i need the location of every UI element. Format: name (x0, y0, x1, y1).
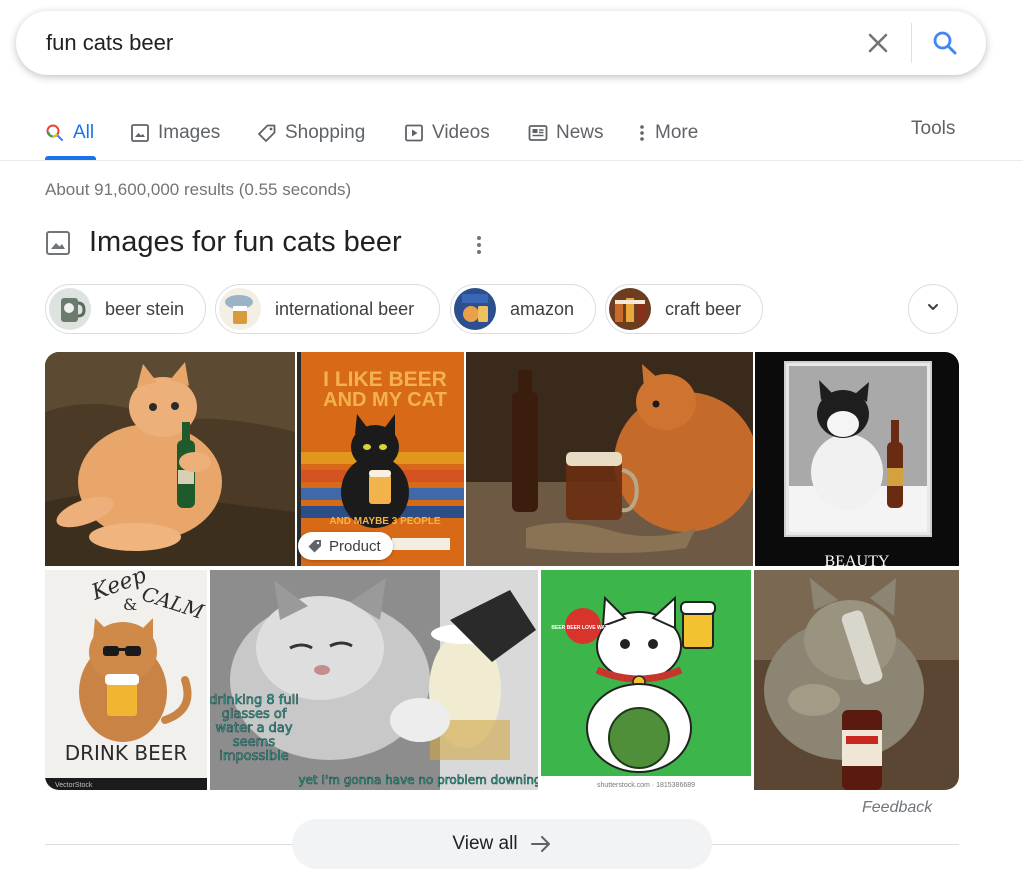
feedback-link[interactable]: Feedback (862, 799, 932, 817)
meme-line: drinking 8 full (210, 693, 299, 708)
chip-beer-stein[interactable]: beer stein (45, 284, 206, 334)
news-icon (528, 123, 548, 143)
search-divider (911, 23, 912, 63)
chip-amazon[interactable]: amazon (450, 284, 596, 334)
chevron-down-icon (925, 299, 941, 320)
chip-label: craft beer (665, 298, 742, 319)
tab-label: More (655, 122, 699, 143)
meme-line: impossible (219, 749, 289, 764)
chip-thumbnail (454, 288, 496, 330)
close-icon[interactable] (862, 27, 894, 59)
poster-line-3: AND MAYBE 3 PEOPLE (329, 516, 441, 527)
active-tab-indicator (45, 156, 96, 160)
tab-more[interactable]: More (637, 118, 698, 148)
search-icon[interactable] (929, 27, 961, 59)
meme-line: water a day (215, 721, 292, 736)
chip-thumbnail (219, 288, 261, 330)
tab-all[interactable]: All (45, 118, 94, 148)
image-result[interactable] (466, 352, 753, 566)
meme-bottom-line: yet I'm gonna have no problem downing (298, 773, 538, 787)
tools-button[interactable]: Tools (911, 118, 955, 140)
tab-news[interactable]: News (528, 118, 604, 148)
product-badge: Product (298, 532, 393, 560)
play-icon (404, 123, 424, 143)
image-grid: I LIKE BEER AND MY CAT AND MAYBE 3 PEOPL… (45, 352, 959, 790)
view-all-button[interactable]: View all (292, 819, 712, 869)
chip-craft-beer[interactable]: craft beer (605, 284, 763, 334)
speech-bubble-text: BEER BEER LOVE WATER (551, 625, 615, 631)
tab-label: Shopping (285, 122, 366, 143)
more-options-icon[interactable] (472, 234, 486, 256)
search-box[interactable]: fun cats beer (16, 11, 986, 75)
images-section-title: Images for fun cats beer (89, 226, 402, 258)
result-stats: About 91,600,000 results (0.55 seconds) (45, 180, 352, 199)
image-result[interactable]: Keep & CALM DRINK BEER VectorStock (45, 570, 207, 790)
chip-thumbnail (609, 288, 651, 330)
image-icon (45, 230, 71, 256)
chip-label: amazon (510, 298, 575, 319)
search-input[interactable]: fun cats beer (46, 30, 173, 56)
tab-label: All (73, 122, 95, 143)
meme-line: glasses of (222, 707, 287, 722)
image-result[interactable] (754, 570, 959, 790)
tab-images[interactable]: Images (130, 118, 220, 148)
meme-line: seems (233, 735, 275, 750)
more-vert-icon (637, 123, 647, 143)
tab-videos[interactable]: Videos (404, 118, 490, 148)
tab-label: News (556, 122, 604, 143)
image-result[interactable] (45, 352, 295, 566)
chip-label: beer stein (105, 298, 185, 319)
poster-line-1: I LIKE BEER (323, 368, 447, 391)
watermark-text: VectorStock (55, 782, 93, 789)
product-badge-label: Product (329, 537, 381, 555)
chip-label: international beer (275, 298, 415, 319)
arrow-right-icon (530, 835, 552, 853)
poster-caption: BEAUTY (825, 553, 890, 566)
watermark-text: shutterstock.com · 1815386689 (597, 782, 695, 789)
tab-label: Images (158, 122, 221, 143)
image-icon (130, 123, 150, 143)
tab-label: Videos (432, 122, 490, 143)
search-icon (45, 123, 65, 143)
poster-drink-beer: DRINK BEER (65, 741, 188, 765)
poster-line-2: AND MY CAT (323, 389, 447, 411)
chip-thumbnail (49, 288, 91, 330)
images-section-header: Images for fun cats beer (45, 226, 402, 259)
image-result[interactable]: drinking 8 full glasses of water a day s… (210, 570, 538, 790)
chip-international-beer[interactable]: international beer (215, 284, 440, 334)
view-all-label: View all (452, 833, 518, 854)
poster-amp: & (123, 595, 137, 614)
tag-icon (308, 539, 322, 553)
image-result[interactable]: shutterstock.com · 1815386689 BEER BEER … (541, 570, 751, 790)
expand-chips-button[interactable] (908, 284, 958, 334)
search-tabs: All Images Shopping Videos News More Too… (0, 104, 1023, 161)
image-result[interactable]: BEAUTY (755, 352, 959, 566)
tag-icon (257, 123, 277, 143)
tab-shopping[interactable]: Shopping (257, 118, 365, 148)
